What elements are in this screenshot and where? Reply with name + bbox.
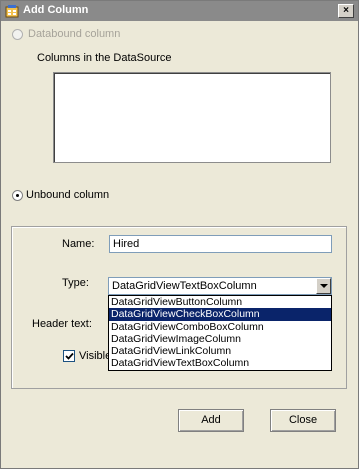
check-icon — [65, 352, 74, 360]
dialog-app-icon — [5, 4, 19, 18]
type-label: Type: — [62, 277, 89, 289]
dropdown-option-button-column[interactable]: DataGridViewButtonColumn — [109, 296, 331, 308]
type-combobox-value: DataGridViewTextBoxColumn — [112, 280, 257, 292]
unbound-column-label: Unbound column — [26, 189, 110, 201]
dropdown-option-image-column[interactable]: DataGridViewImageColumn — [109, 333, 331, 345]
close-button[interactable]: Close — [270, 409, 336, 432]
dialog-title: Add Column — [23, 4, 89, 16]
datasource-columns-list[interactable] — [53, 72, 331, 163]
dropdown-option-textbox-column[interactable]: DataGridViewTextBoxColumn — [109, 357, 331, 369]
unbound-column-radio[interactable] — [12, 190, 23, 201]
databound-column-radio[interactable] — [12, 29, 23, 40]
name-input-value: Hired — [113, 238, 140, 250]
type-dropdown-list: DataGridViewButtonColumn DataGridViewChe… — [108, 295, 332, 371]
visible-label: Visible — [79, 350, 112, 362]
title-bar[interactable]: Add Column × — [1, 1, 358, 21]
radio-selected-dot — [16, 194, 19, 197]
dropdown-option-link-column[interactable]: DataGridViewLinkColumn — [109, 345, 331, 357]
close-window-button[interactable]: × — [338, 4, 354, 18]
chevron-down-icon — [320, 284, 328, 288]
columns-in-datasource-label: Columns in the DataSource — [37, 52, 172, 64]
add-button[interactable]: Add — [178, 409, 244, 432]
header-text-label: Header text: — [32, 318, 92, 330]
close-icon: × — [343, 5, 349, 16]
add-column-dialog: Add Column × Databound column Columns in… — [0, 0, 359, 469]
name-label: Name: — [62, 238, 95, 250]
type-dropdown-button[interactable] — [316, 278, 331, 294]
dropdown-option-checkbox-column[interactable]: DataGridViewCheckBoxColumn — [109, 308, 331, 321]
name-input[interactable]: Hired — [109, 235, 332, 253]
databound-column-label: Databound column — [28, 28, 121, 40]
type-combobox[interactable]: DataGridViewTextBoxColumn — [108, 277, 332, 295]
visible-checkbox[interactable] — [63, 350, 75, 362]
dropdown-option-combobox-column[interactable]: DataGridViewComboBoxColumn — [109, 321, 331, 333]
